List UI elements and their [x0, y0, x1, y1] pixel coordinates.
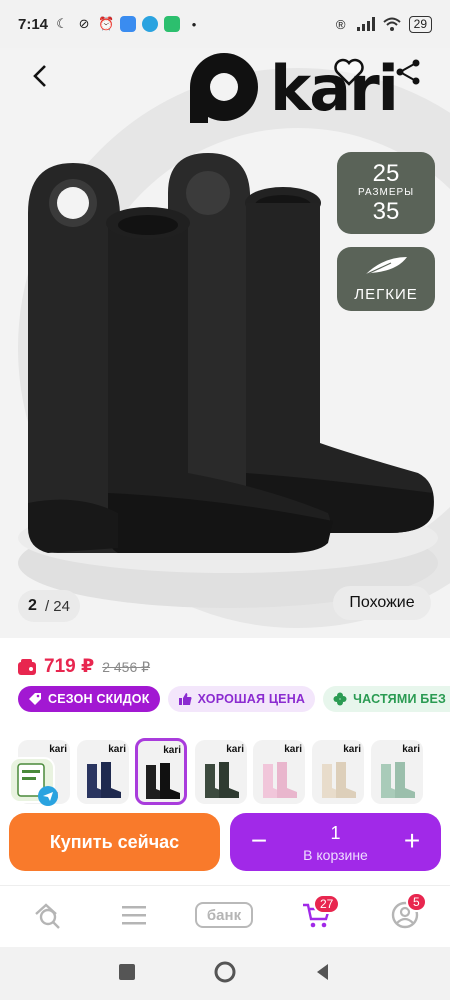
thumb-logo: kari	[343, 744, 361, 755]
back-system-button[interactable]	[312, 961, 334, 983]
price-row: 719 ₽ 2 456 ₽	[18, 655, 150, 678]
chip-season-sale[interactable]: СЕЗОН СКИДОК	[18, 686, 160, 712]
muted-alarm-icon: ⊘	[78, 16, 90, 31]
current-price: 719 ₽	[44, 656, 95, 677]
thumb-logo: kari	[402, 744, 420, 755]
chip-label: СЕЗОН СКИДОК	[48, 692, 150, 706]
similar-button[interactable]: Похожие	[333, 586, 431, 620]
cart-quantity-control: − 1 В корзине +	[230, 813, 441, 871]
shield-icon	[164, 16, 181, 32]
telegram-icon	[142, 16, 159, 32]
clover-icon	[333, 692, 347, 706]
bottom-navigation: банк 27 5	[0, 885, 450, 947]
promo-chips: СЕЗОН СКИДОК ХОРОШАЯ ЦЕНА ЧАСТЯМИ БЕЗ ПЕ…	[18, 686, 450, 714]
thumb-boot-image	[205, 762, 239, 798]
product-gallery[interactable]: kari 25 РАЗМЕРЫ 35 ЛЕГКИЕ 2 / 24 Похожие	[0, 48, 450, 638]
tag-icon	[29, 693, 41, 705]
variant-thumbnail[interactable]: kari	[371, 740, 423, 804]
increase-quantity-button[interactable]: +	[397, 826, 427, 856]
favorite-button[interactable]	[334, 58, 364, 88]
variant-thumbnail-active[interactable]: kari	[135, 738, 187, 805]
home-button[interactable]	[214, 961, 236, 983]
old-price: 2 456 ₽	[102, 659, 151, 675]
thumb-boot-image	[381, 762, 415, 798]
system-navigation-bar	[0, 947, 450, 1000]
status-time: 7:14	[18, 15, 49, 33]
thumb-logo: kari	[163, 745, 181, 756]
search-home-icon	[35, 903, 60, 929]
wallet-icon	[18, 658, 36, 675]
buy-now-button[interactable]: Купить сейчас	[9, 813, 220, 871]
registered-icon: ®	[335, 16, 346, 32]
image-counter: 2 / 24	[18, 590, 80, 622]
app-icon	[120, 16, 137, 32]
nav-search[interactable]	[30, 898, 64, 932]
chip-good-price[interactable]: ХОРОШАЯ ЦЕНА	[167, 686, 316, 712]
thumb-boot-image	[322, 762, 356, 798]
cart-count-badge: 27	[313, 894, 341, 914]
chevron-left-icon	[33, 65, 46, 87]
share-icon	[396, 59, 420, 85]
status-bar: 7:14 ☾ ⊘ ⏰ • ® 29	[0, 0, 450, 48]
signal-icon	[356, 17, 375, 31]
thumb-logo: kari	[108, 744, 126, 755]
more-dots-icon: •	[191, 16, 197, 32]
nav-bank[interactable]: банк	[195, 902, 253, 928]
chip-installments[interactable]: ЧАСТЯМИ БЕЗ ПЕРЕП	[323, 686, 450, 712]
image-total: / 24	[44, 597, 70, 615]
color-variants: kari kari kari kari kari kari kari	[0, 735, 450, 805]
heart-icon	[334, 58, 364, 86]
image-current: 2	[28, 597, 37, 614]
variant-thumbnail[interactable]: kari	[77, 740, 129, 804]
thumb-boot-image	[146, 763, 180, 799]
thumb-logo: kari	[284, 744, 302, 755]
nav-catalog[interactable]	[117, 898, 151, 932]
battery-indicator: 29	[408, 15, 432, 33]
chip-label: ХОРОШАЯ ЦЕНА	[197, 692, 306, 706]
menu-icon	[122, 906, 146, 925]
back-button[interactable]	[24, 60, 56, 92]
variant-thumbnail[interactable]: kari	[195, 740, 247, 804]
promo-widget-icon[interactable]	[6, 750, 62, 810]
share-button[interactable]	[394, 58, 424, 88]
chip-label: ЧАСТЯМИ БЕЗ ПЕРЕП	[353, 692, 450, 706]
brand-mark-icon	[190, 53, 258, 123]
moon-icon: ☾	[56, 16, 68, 31]
product-image	[28, 153, 434, 553]
recent-apps-button[interactable]	[116, 961, 138, 983]
thumbs-up-icon	[178, 693, 192, 705]
thumb-boot-image	[87, 762, 121, 798]
profile-count-badge: 5	[406, 892, 427, 912]
variant-thumbnail[interactable]: kari	[253, 740, 305, 804]
thumb-boot-image	[263, 762, 297, 798]
wifi-icon	[382, 17, 401, 31]
variant-thumbnail[interactable]: kari	[312, 740, 364, 804]
alarm-icon: ⏰	[97, 16, 115, 31]
thumb-logo: kari	[226, 744, 244, 755]
